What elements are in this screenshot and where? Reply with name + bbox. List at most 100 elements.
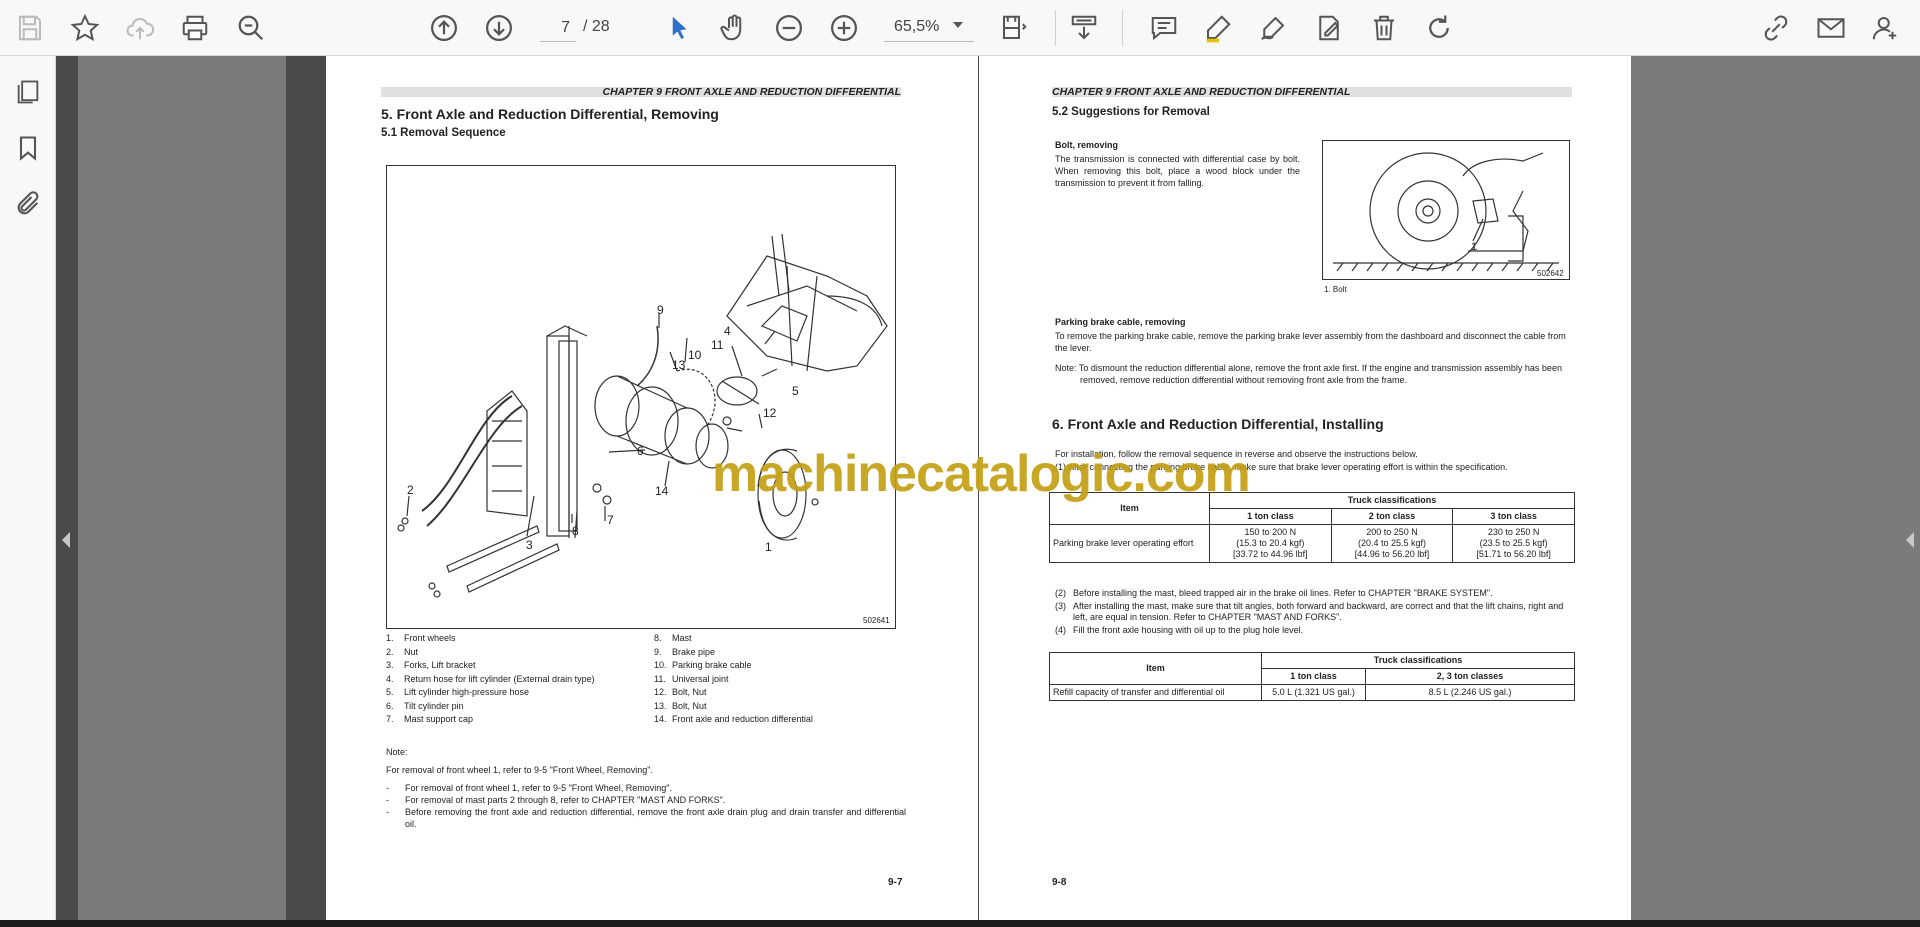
legend-item: 6. Tilt cylinder pin: [386, 700, 464, 711]
table-cell: 230 to 250 N (23.5 to 25.5 kgf) [51.71 to …: [1452, 524, 1575, 563]
zoom-out-icon[interactable]: [770, 9, 808, 47]
note-list: - For removal of front wheel 1, refer to …: [386, 782, 906, 830]
note-item: - Before removing the front axle and redu…: [386, 807, 906, 829]
figure-code: 502641: [863, 616, 890, 625]
note-intro: For removal of front wheel 1, refer to 9…: [386, 765, 653, 775]
page-number-input[interactable]: [540, 14, 576, 42]
chevron-down-icon[interactable]: [953, 22, 963, 28]
legend-item: 8. Mast: [654, 633, 692, 643]
legend-item: 13. Bolt, Nut: [654, 700, 707, 711]
page-total-label: / 28: [583, 18, 610, 35]
table-cell: 8.5 L (2.246 US gal.): [1365, 684, 1575, 701]
figure-legend-left: 1. Front wheels 2. Nut 3. Forks, Lift brack…: [386, 632, 646, 727]
legend-item: 14. Front axle and reduction differential: [654, 714, 813, 724]
install-steps: (2) Before installing the mast, bleed tra…: [1055, 588, 1570, 636]
page-number: 9-7: [888, 877, 903, 888]
table-header: Item: [1049, 652, 1262, 685]
legend-item: 9. Brake pipe: [654, 646, 716, 657]
zoom-search-icon[interactable]: [232, 9, 270, 47]
delete-trash-icon[interactable]: [1365, 9, 1403, 47]
callout-label: 8: [572, 524, 579, 538]
figure-legend-right: 8. Mast 9. Brake pipe 10. Parking brake cab…: [654, 632, 904, 727]
subsection-title: 5.2 Suggestions for Removal: [1052, 106, 1210, 118]
table-cell: Refill capacity of transfer and differen…: [1049, 684, 1262, 701]
document-viewport[interactable]: CHAPTER 9 FRONT AXLE AND REDUCTION DIFFE…: [56, 56, 1920, 920]
page-number: 9-8: [1052, 877, 1067, 888]
install-step: (4) Fill the front axle housing with oil …: [1055, 625, 1304, 635]
bolt-figure: 1 502642: [1322, 140, 1570, 280]
callout-label: 9: [657, 303, 664, 317]
print-icon[interactable]: [176, 9, 214, 47]
section-title: 5. Front Axle and Reduction Differential…: [381, 106, 719, 122]
callout-label: 13: [672, 358, 686, 372]
callout-label: 10: [688, 348, 702, 362]
collapse-left-panel-icon[interactable]: [62, 532, 70, 548]
chapter-header: CHAPTER 9 FRONT AXLE AND REDUCTION DIFFE…: [1052, 86, 1351, 98]
removal-sequence-figure: 9 10 13 11 4 5 12 6 14 7 8 3 2 1 502641: [386, 165, 896, 629]
table-header: 1 ton class: [1261, 668, 1366, 685]
callout-label: 1: [765, 540, 772, 554]
table-row: Parking brake lever operating effort 150…: [1049, 524, 1575, 563]
table-header: 3 ton class: [1452, 508, 1575, 525]
callout-label: 12: [763, 406, 777, 420]
section-title: 6. Front Axle and Reduction Differential…: [1052, 416, 1384, 432]
legend-item: 3. Forks, Lift bracket: [386, 660, 476, 670]
comment-icon[interactable]: [1145, 9, 1183, 47]
callout-label: 14: [655, 484, 669, 498]
table-header: 2 ton class: [1330, 508, 1454, 525]
table-header: Truck classifications: [1261, 652, 1575, 669]
legend-item: 2. Nut: [386, 646, 419, 657]
hand-tool-icon[interactable]: [715, 9, 753, 47]
oil-capacity-table: Item Truck classifications 1 ton class 2…: [1049, 652, 1575, 701]
callout-label: 4: [724, 324, 731, 338]
zoom-level-select[interactable]: 65,5%: [884, 14, 974, 42]
callout-label: 1: [1471, 241, 1478, 253]
brake-cable-title: Parking brake cable, removing: [1055, 317, 1186, 327]
legend-item: 4. Return hose for lift cylinder (Externa…: [386, 673, 595, 684]
bookmark-star-icon[interactable]: [66, 9, 104, 47]
legend-item: 7. Mast support cap: [386, 714, 474, 724]
brake-cable-text: To remove the parking brake cable, remov…: [1055, 331, 1566, 353]
callout-label: 6: [637, 444, 644, 458]
highlight-pen-icon[interactable]: [1199, 9, 1237, 47]
table-row: Refill capacity of transfer and differen…: [1049, 684, 1575, 701]
table-cell: 200 to 250 N (20.4 to 25.5 kgf) [44.96 to …: [1330, 524, 1454, 563]
expand-right-panel-icon[interactable]: [1906, 532, 1914, 548]
callout-label: 2: [407, 483, 414, 497]
save-icon[interactable]: [11, 9, 49, 47]
callout-label: 7: [607, 513, 614, 527]
subsection-title: 5.1 Removal Sequence: [381, 127, 506, 139]
select-cursor-icon[interactable]: [660, 9, 698, 47]
bolt-removing-title: Bolt, removing: [1055, 140, 1119, 150]
note-item: - For removal of front wheel 1, refer to …: [386, 783, 672, 793]
legend-item: 1. Front wheels: [386, 633, 456, 643]
callout-label: 11: [711, 338, 724, 352]
scroll-mode-icon[interactable]: [1065, 9, 1103, 47]
zoom-in-icon[interactable]: [825, 9, 863, 47]
install-step: (2) Before installing the mast, bleed tra…: [1055, 588, 1493, 598]
edit-document-icon[interactable]: [1310, 9, 1348, 47]
rotate-icon[interactable]: [1420, 9, 1458, 47]
next-page-icon[interactable]: [480, 9, 518, 47]
bolt-removing-text: The transmission is connected with diffe…: [1055, 154, 1300, 188]
figure-caption: 1. Bolt: [1324, 285, 1347, 294]
legend-item: 12. Bolt, Nut: [654, 687, 707, 697]
table-cell: 5.0 L (1.321 US gal.): [1261, 684, 1366, 701]
share-link-icon[interactable]: [1757, 9, 1795, 47]
account-icon[interactable]: [1866, 9, 1904, 47]
previous-page-icon[interactable]: [425, 9, 463, 47]
attachments-icon[interactable]: [10, 186, 46, 222]
legend-item: 10. Parking brake cable: [654, 660, 752, 670]
main-toolbar: / 28 65,5%: [0, 0, 1920, 56]
table-cell: 150 to 200 N (15.3 to 20.4 kgf) [33.72 to …: [1209, 524, 1332, 563]
upload-cloud-icon[interactable]: [121, 9, 159, 47]
bookmarks-icon[interactable]: [10, 130, 46, 166]
page-fit-icon[interactable]: [995, 9, 1033, 47]
left-navigation-panel: [0, 56, 56, 927]
page-thumbnails-icon[interactable]: [10, 74, 46, 110]
draw-sign-icon[interactable]: [1254, 9, 1292, 47]
email-icon[interactable]: [1812, 9, 1850, 47]
note-item: - For removal of mast parts 2 through 8, …: [386, 795, 726, 805]
table-header: Truck classifications: [1209, 492, 1575, 509]
chapter-header: CHAPTER 9 FRONT AXLE AND REDUCTION DIFFE…: [602, 86, 901, 98]
